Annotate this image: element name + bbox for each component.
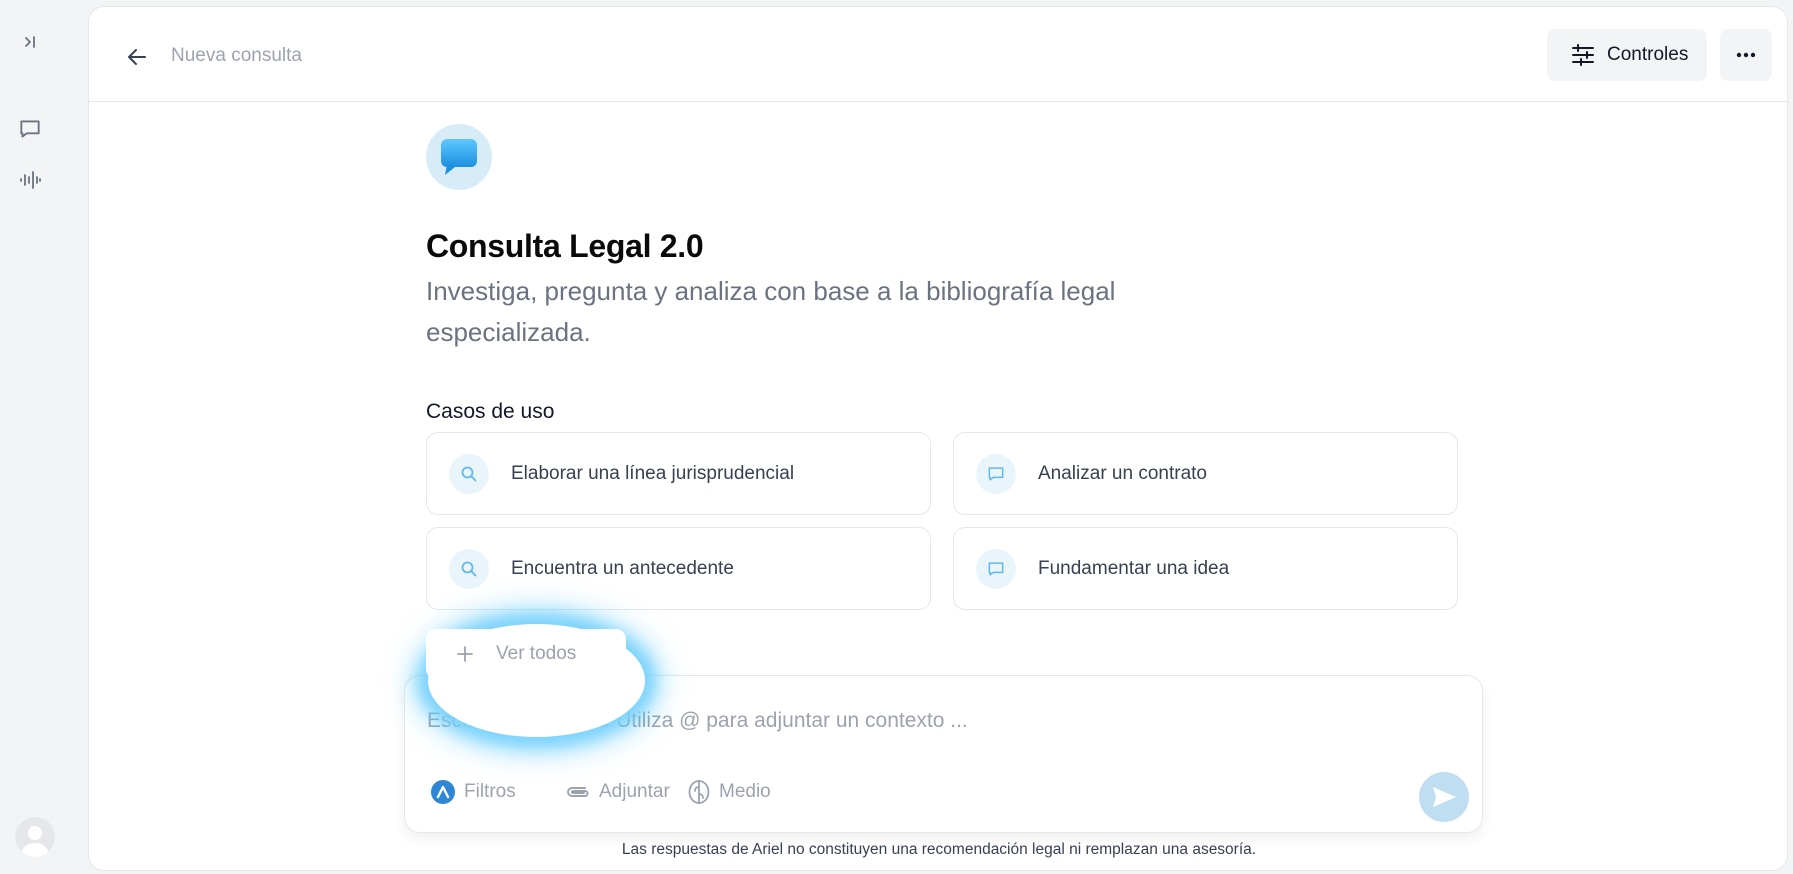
mode-button[interactable]: Medio: [687, 776, 771, 808]
composer: Filtros Adjuntar Medio: [404, 675, 1483, 833]
sliders-icon: [1572, 44, 1594, 66]
hero-subtitle: Investiga, pregunta y analiza con base a…: [426, 276, 1116, 347]
mode-label: Medio: [719, 781, 771, 802]
use-case-label: Encuentra un antecedente: [511, 557, 734, 579]
speech-bubble-icon: [441, 139, 477, 175]
use-case-card[interactable]: Analizar un contrato: [953, 432, 1458, 515]
page-title: Nueva consulta: [171, 45, 302, 66]
use-case-icon: [976, 548, 1016, 589]
use-case-icon: [976, 453, 1016, 494]
avatar[interactable]: [15, 817, 55, 857]
filters-button[interactable]: Filtros: [430, 776, 516, 808]
filters-label: Filtros: [464, 781, 516, 802]
chat-bubble-icon: [988, 466, 1004, 481]
search-icon: [461, 466, 477, 481]
chat-bubble-icon: [988, 561, 1004, 576]
main-panel: Nueva consulta Controles Consulta Legal …: [88, 6, 1788, 871]
top-bar: Nueva consulta Controles: [89, 7, 1787, 102]
use-case-card[interactable]: Elaborar una línea jurisprudencial: [426, 432, 931, 515]
use-case-card[interactable]: Fundamentar una idea: [953, 527, 1458, 610]
use-case-icon: [449, 548, 489, 589]
use-case-label: Fundamentar una idea: [1038, 557, 1230, 579]
plus-icon: [457, 646, 473, 662]
expand-sidebar-button[interactable]: [14, 26, 46, 58]
brain-icon: [688, 780, 710, 804]
attach-label: Adjuntar: [599, 781, 670, 802]
query-input[interactable]: [427, 706, 1407, 736]
more-button[interactable]: [1720, 29, 1772, 81]
use-case-label: Elaborar una línea jurisprudencial: [511, 462, 795, 484]
use-cases-heading: Casos de uso: [426, 400, 555, 423]
paperclip-icon: [567, 787, 589, 797]
use-case-icon: [449, 453, 489, 494]
filters-logo-icon: [431, 780, 455, 804]
use-case-label: Analizar un contrato: [1038, 462, 1207, 484]
search-icon: [461, 561, 477, 576]
attach-button[interactable]: Adjuntar: [565, 776, 670, 808]
assistant-avatar: [426, 124, 492, 190]
hero-title: Consulta Legal 2.0: [426, 228, 704, 264]
see-all-button[interactable]: Ver todos: [426, 629, 626, 679]
sidebar-item-chat[interactable]: [14, 113, 46, 145]
see-all-label: Ver todos: [496, 643, 577, 664]
send-icon: [1433, 787, 1456, 807]
chat-bubble-icon: [20, 120, 40, 138]
user-avatar-icon: [21, 826, 49, 857]
controls-label: Controles: [1607, 44, 1689, 65]
sidebar-item-voice[interactable]: [14, 164, 46, 196]
sidebar-rail: [0, 0, 88, 874]
back-button[interactable]: [125, 45, 149, 69]
audio-wave-icon: [20, 171, 41, 189]
legal-disclaimer: Las respuestas de Ariel no constituyen u…: [621, 841, 1257, 858]
controls-button[interactable]: Controles: [1547, 29, 1707, 81]
more-dots-icon: [1736, 52, 1756, 58]
arrow-left-icon: [128, 49, 146, 65]
send-button[interactable]: [1419, 772, 1469, 822]
expand-sidebar-icon: [25, 36, 35, 48]
use-case-card[interactable]: Encuentra un antecedente: [426, 527, 931, 610]
